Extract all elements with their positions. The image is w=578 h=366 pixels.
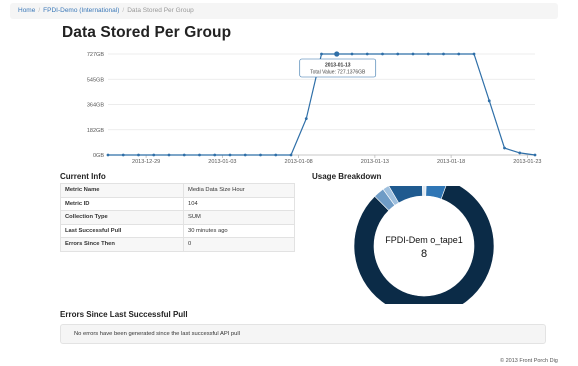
current-info-title: Current Info xyxy=(60,172,106,181)
errors-message: No errors have been generated since the … xyxy=(74,331,240,337)
data-point[interactable] xyxy=(152,153,156,157)
data-point[interactable] xyxy=(106,153,110,157)
data-point[interactable] xyxy=(137,153,140,157)
data-point[interactable] xyxy=(350,52,354,56)
data-point[interactable] xyxy=(334,51,340,57)
data-point[interactable] xyxy=(274,153,278,157)
info-key: Collection Type xyxy=(60,210,184,225)
x-tick-label: 2013-01-13 xyxy=(361,159,389,165)
data-point[interactable] xyxy=(411,52,415,56)
info-value: SUM xyxy=(183,210,295,225)
data-point[interactable] xyxy=(472,52,476,56)
y-tick-label: 182GB xyxy=(87,128,104,134)
y-tick-label: 727GB xyxy=(87,52,104,58)
data-point[interactable] xyxy=(289,153,293,157)
info-row: Collection Type SUM xyxy=(60,210,295,225)
info-value: 0 xyxy=(183,237,295,252)
data-point[interactable] xyxy=(182,153,186,157)
chart-tooltip: 2013-01-13Total Value: 727.1376GB xyxy=(299,58,377,78)
data-point[interactable] xyxy=(198,153,201,157)
info-row: Metric ID 104 xyxy=(60,196,295,211)
info-row: Errors Since Then 0 xyxy=(60,237,295,252)
errors-panel: No errors have been generated since the … xyxy=(60,324,546,344)
data-point[interactable] xyxy=(259,153,262,157)
data-point[interactable] xyxy=(518,151,522,155)
donut-slice[interactable] xyxy=(353,186,495,304)
data-point[interactable] xyxy=(533,153,537,157)
usage-breakdown-title: Usage Breakdown xyxy=(312,172,382,181)
data-point[interactable] xyxy=(167,153,171,157)
donut-center-value: 8 xyxy=(421,248,427,260)
info-value: Media Data Size Hour xyxy=(183,183,295,198)
data-stored-line-chart: 0GB 182GB 364GB 545GB 727GB 2013-12-29 2013-01… xyxy=(87,51,541,165)
x-tick-label: 2013-12-29 xyxy=(132,159,160,165)
info-value: 104 xyxy=(183,196,295,211)
info-row: Metric Name Media Data Size Hour xyxy=(60,183,295,198)
data-point[interactable] xyxy=(381,52,384,56)
tooltip-value: Total Value: 727.1376GB xyxy=(310,70,366,76)
data-point[interactable] xyxy=(243,153,247,157)
x-tick-label: 2013-01-03 xyxy=(208,159,236,165)
data-point[interactable] xyxy=(487,99,491,103)
usage-donut-chart: FPDI-Dem o_tape1 8 xyxy=(353,186,495,304)
data-point[interactable] xyxy=(228,153,232,157)
donut-center-label: FPDI-Dem o_tape1 xyxy=(385,235,463,245)
data-point[interactable] xyxy=(213,153,217,157)
y-tick-label: 364GB xyxy=(87,103,104,109)
y-tick-label: 0GB xyxy=(93,153,104,159)
data-point[interactable] xyxy=(503,146,506,150)
info-key: Last Successful Pull xyxy=(60,223,184,238)
data-point[interactable] xyxy=(442,52,445,56)
data-point[interactable] xyxy=(426,52,430,56)
data-point[interactable] xyxy=(121,153,125,157)
data-point[interactable] xyxy=(304,117,308,121)
y-tick-label: 545GB xyxy=(87,77,104,83)
data-point[interactable] xyxy=(365,52,369,56)
x-tick-label: 2013-01-18 xyxy=(437,159,465,165)
x-tick-label: 2013-01-08 xyxy=(285,159,313,165)
tooltip-date: 2013-01-13 xyxy=(325,63,351,69)
info-key: Metric Name xyxy=(60,183,184,198)
x-tick-label: 2013-01-23 xyxy=(513,159,541,165)
info-key: Errors Since Then xyxy=(60,237,184,252)
data-point[interactable] xyxy=(320,52,323,56)
info-row: Last Successful Pull 30 minutes ago xyxy=(60,223,295,238)
info-value: 30 minutes ago xyxy=(183,223,295,238)
current-info-table: Metric Name Media Data Size Hour Metric ID… xyxy=(60,183,295,252)
footer-copyright: © 2013 Front Porch Dig xyxy=(500,358,558,364)
data-point[interactable] xyxy=(396,52,400,56)
info-key: Metric ID xyxy=(60,196,184,211)
errors-title: Errors Since Last Successful Pull xyxy=(60,310,188,319)
data-point[interactable] xyxy=(457,52,461,56)
